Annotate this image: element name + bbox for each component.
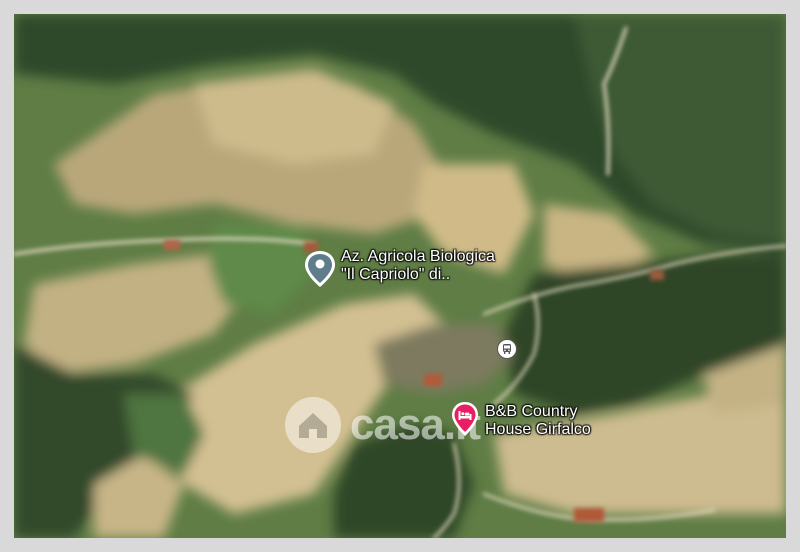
- hotel-bed-icon[interactable]: [450, 400, 480, 438]
- poi-name-line2: House Girfalco: [485, 421, 591, 438]
- poi-name-line2: "Il Capriolo" di..: [341, 266, 451, 283]
- location-pin-icon[interactable]: [302, 249, 338, 289]
- poi-name-line1: B&B Country: [485, 403, 578, 420]
- bus-stop-icon[interactable]: [497, 339, 517, 359]
- poi-label-bnb[interactable]: B&B Country House Girfalco: [485, 403, 591, 439]
- house-logo-icon: [285, 397, 341, 453]
- poi-name-line1: Az. Agricola Biologica: [341, 248, 495, 265]
- poi-label-agricola[interactable]: Az. Agricola Biologica "Il Capriolo" di.…: [341, 248, 495, 284]
- map-viewport[interactable]: casa.it Az. Agricola Biologica "Il Capri…: [14, 14, 786, 538]
